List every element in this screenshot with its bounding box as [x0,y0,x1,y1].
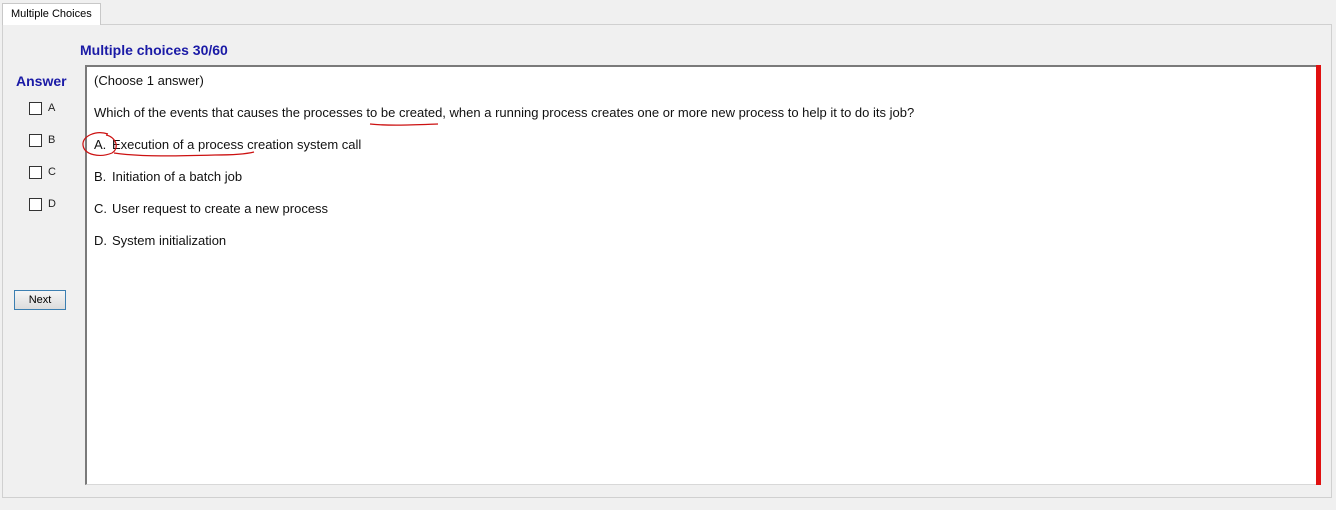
option-text: User request to create a new process [112,201,329,216]
checkbox-label: B [48,134,56,146]
page-title: Multiple choices 30/60 [80,42,228,58]
checkbox[interactable] [29,197,42,211]
checkbox[interactable] [29,101,42,115]
option-letter: B. [94,169,107,184]
option-text: Initiation of a batch job [112,169,243,184]
answer-checkbox-a[interactable]: A [29,101,55,115]
option-text: Execution of a process creation system c… [112,137,362,152]
option-d: D. System initialization [94,233,226,248]
tab-multiple-choices[interactable]: Multiple Choices [2,3,101,25]
question-text: Which of the events that causes the proc… [94,105,915,120]
answer-checkbox-b[interactable]: B [29,133,55,147]
option-letter: D. [94,233,107,248]
option-b: B. Initiation of a batch job [94,169,242,184]
checkbox-label: A [48,102,56,114]
answer-checkbox-c[interactable]: C [29,165,56,179]
checkbox-label: C [48,166,56,178]
answer-checkbox-d[interactable]: D [29,197,56,211]
option-text: System initialization [112,233,227,248]
checkbox-label: D [48,198,56,210]
answer-heading: Answer [16,73,67,89]
option-a: A. Execution of a process creation system… [94,137,361,152]
next-button[interactable]: Next [14,290,66,310]
option-letter: C. [94,201,107,216]
question-panel [85,65,1317,485]
checkbox[interactable] [29,133,42,147]
checkbox[interactable] [29,165,42,179]
scroll-indicator-bar [1316,65,1321,485]
option-letter: A. [94,137,107,152]
option-c: C. User request to create a new process [94,201,328,216]
question-instruction: (Choose 1 answer) [94,73,204,88]
